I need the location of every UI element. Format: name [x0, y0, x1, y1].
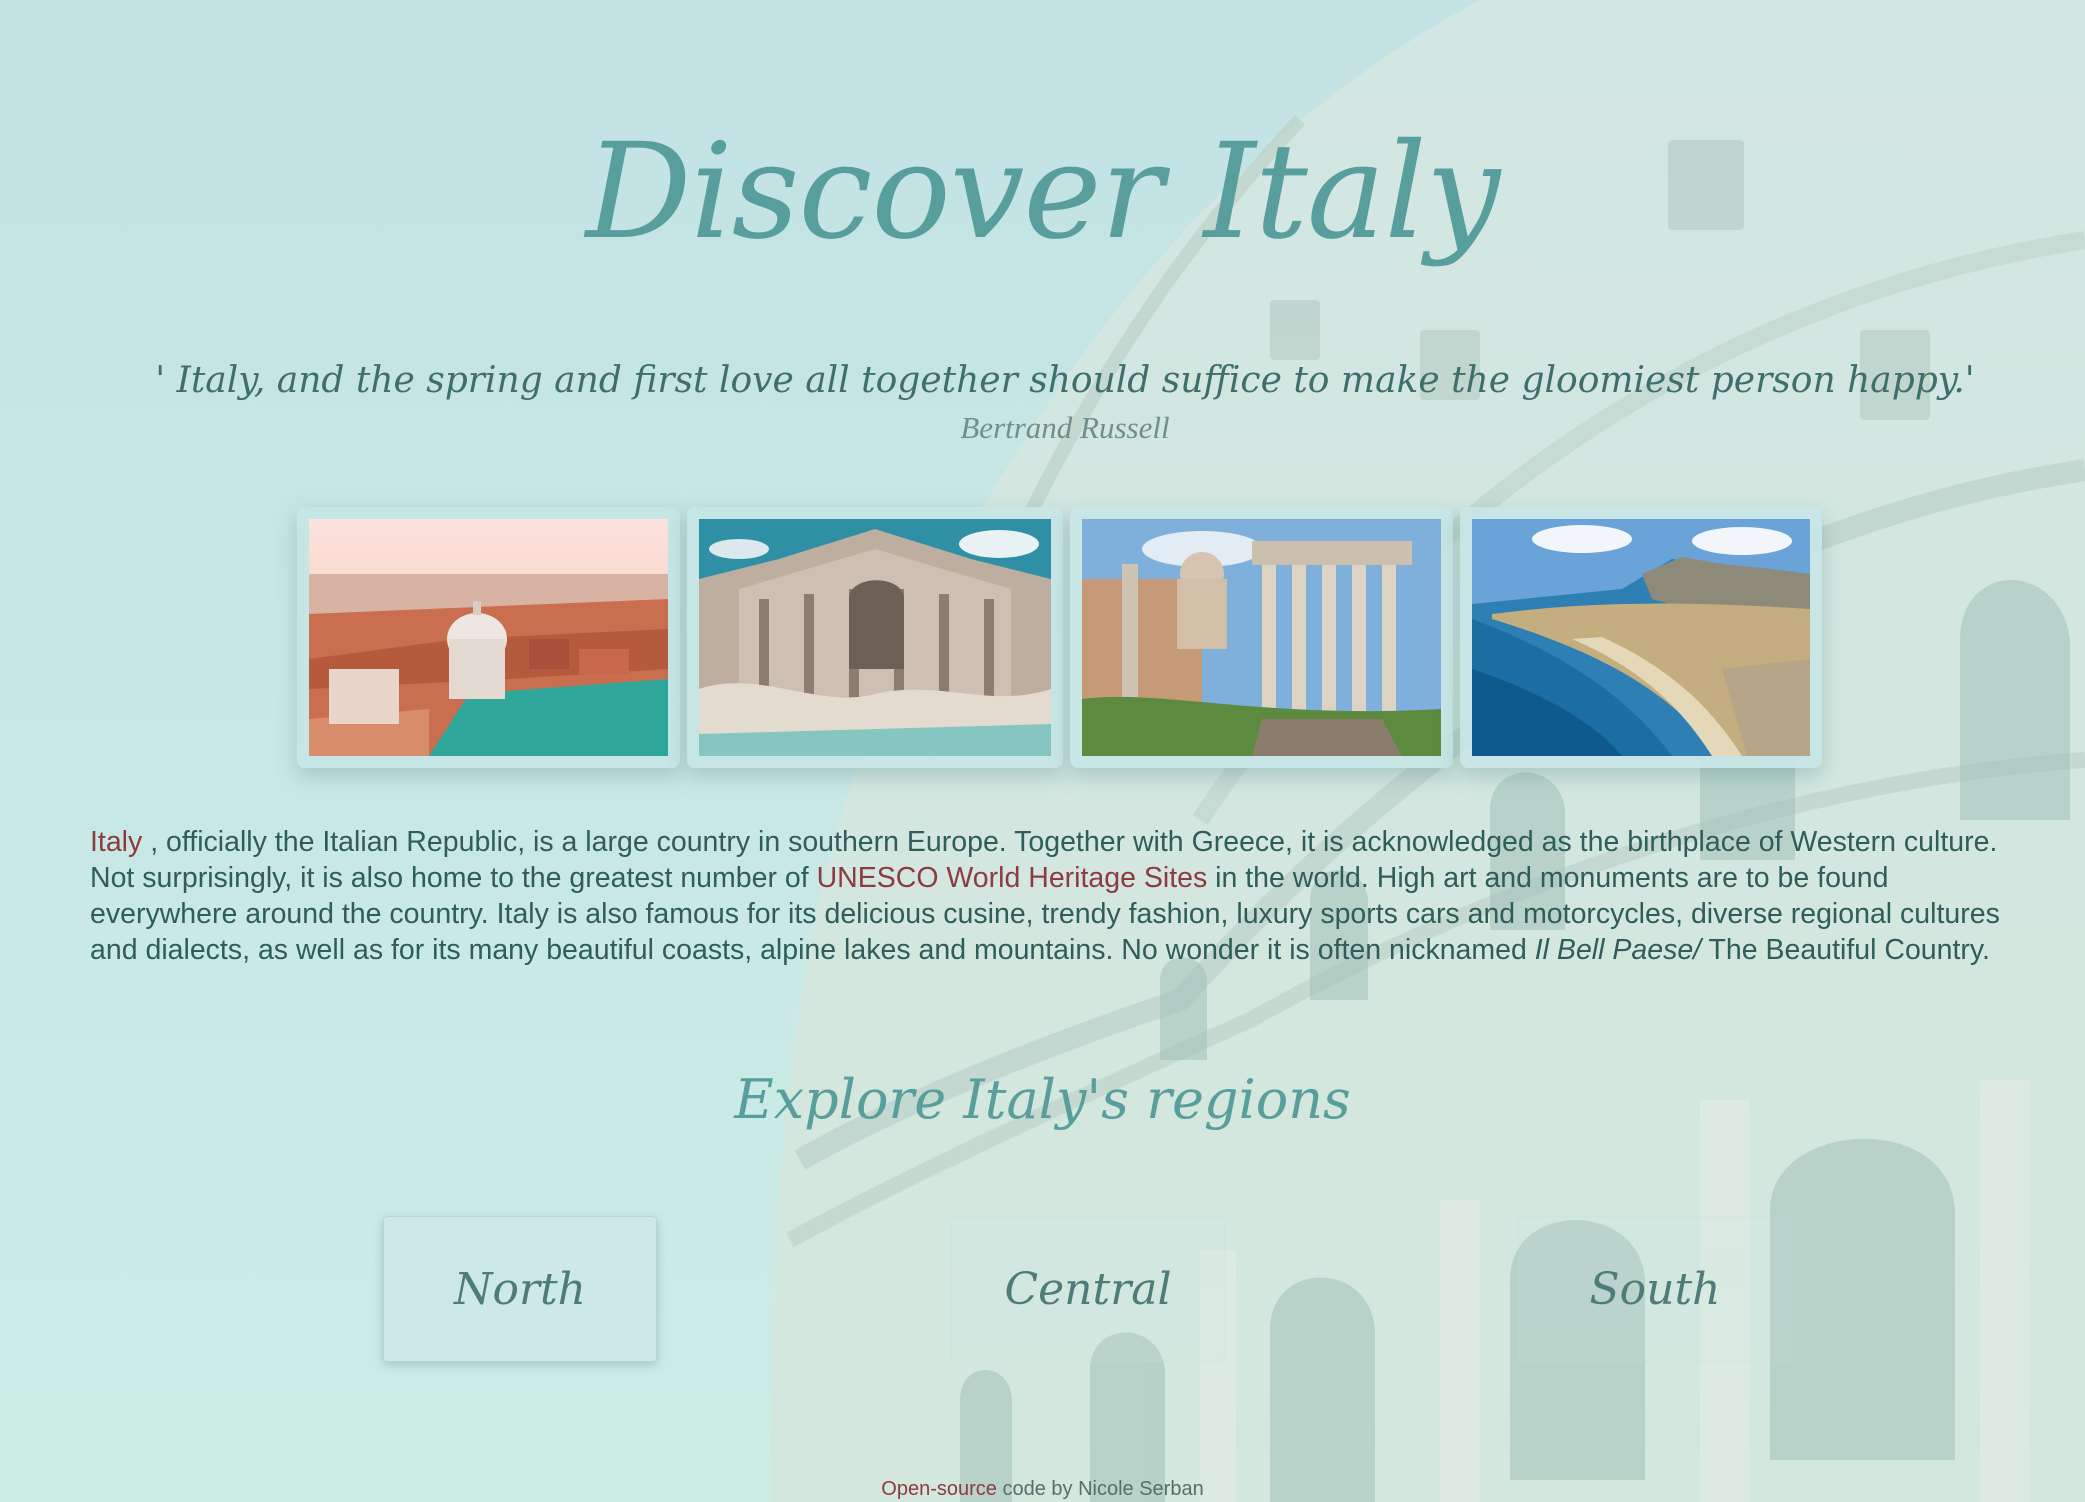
venice-aerial-photo: [309, 519, 668, 756]
region-button-central[interactable]: Central: [951, 1216, 1225, 1362]
page-title: Discover Italy: [585, 115, 1501, 269]
description-part-3: The Beautiful Country.: [1701, 934, 1990, 966]
photo-card-venice[interactable]: [297, 507, 680, 768]
region-button-north[interactable]: North: [383, 1216, 657, 1362]
italy-description: Italy , officially the Italian Republic,…: [90, 824, 2030, 968]
italy-link[interactable]: Italy: [90, 826, 142, 858]
roman-forum-photo: [1082, 519, 1441, 756]
sicily-coastline-photo: [1472, 519, 1810, 756]
photo-gallery: [297, 507, 1822, 768]
photo-card-forum[interactable]: [1070, 507, 1453, 768]
quote-text: ' Italy, and the spring and first love a…: [155, 360, 1975, 401]
regions-heading: Explore Italy's regions: [734, 1068, 1351, 1131]
unesco-link[interactable]: UNESCO World Heritage Sites: [817, 862, 1208, 894]
footer: Open-source code by Nicole Serban: [0, 1476, 2085, 1502]
photo-card-trevi[interactable]: [687, 507, 1063, 768]
region-button-south[interactable]: South: [1518, 1216, 1792, 1362]
page-content: Discover Italy ' Italy, and the spring a…: [0, 0, 2085, 1502]
trevi-fountain-photo: [699, 519, 1051, 756]
quote-author: Bertrand Russell: [960, 410, 1170, 445]
footer-credit: code by Nicole Serban: [996, 1478, 1204, 1500]
quote: ' Italy, and the spring and first love a…: [150, 358, 1980, 451]
nickname: Il Bell Paese/: [1534, 934, 1702, 966]
photo-card-coast[interactable]: [1460, 507, 1822, 768]
open-source-link[interactable]: Open-source: [881, 1478, 997, 1500]
